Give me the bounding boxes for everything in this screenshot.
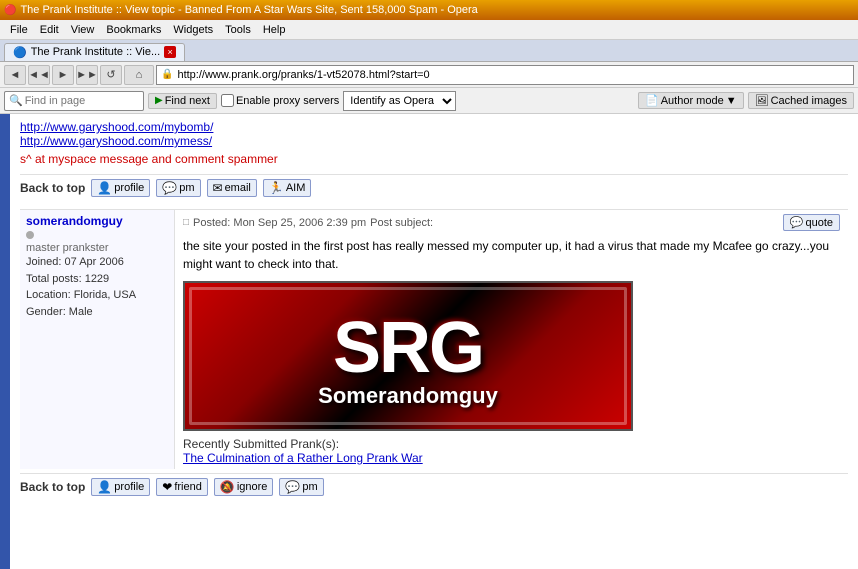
menu-edit[interactable]: Edit bbox=[34, 22, 65, 38]
srg-sub-text: Somerandomguy bbox=[318, 383, 498, 409]
post-content: □ Posted: Mon Sep 25, 2006 2:39 pm Post … bbox=[175, 210, 848, 469]
menu-widgets[interactable]: Widgets bbox=[167, 22, 219, 38]
aim-icon-1: 🏃 bbox=[269, 181, 284, 195]
address-icon: 🔒 bbox=[161, 69, 173, 80]
search-bar: 🔍 ▶ Find next Enable proxy servers Ident… bbox=[0, 88, 858, 114]
image-icon: 🖼 bbox=[755, 94, 769, 107]
page-icon: 📄 bbox=[645, 94, 659, 107]
pm-button-1[interactable]: 💬 pm bbox=[156, 179, 200, 197]
recently-submitted-label: Recently Submitted Prank(s): bbox=[183, 437, 840, 451]
author-mode-button[interactable]: 📄 Author mode ▼ bbox=[638, 92, 744, 109]
back-to-top-row-1: Back to top 👤 profile 💬 pm ✉ email 🏃 AIM bbox=[20, 174, 848, 201]
post-header-left: □ Posted: Mon Sep 25, 2006 2:39 pm Post … bbox=[183, 217, 433, 229]
back-button[interactable]: ◄ bbox=[4, 65, 26, 85]
tab-prank-institute[interactable]: 🔵 The Prank Institute :: Vie... × bbox=[4, 43, 185, 61]
identity-selector[interactable]: Identify as OperaIdentify as FirefoxIden… bbox=[343, 91, 456, 111]
email-button-1[interactable]: ✉ email bbox=[207, 179, 257, 197]
srg-signature-image: SRG Somerandomguy bbox=[183, 281, 633, 431]
ignore-icon-2: 🔕 bbox=[220, 480, 235, 494]
quote-button[interactable]: 💬 quote bbox=[783, 214, 840, 231]
profile-icon-2: 👤 bbox=[97, 480, 112, 494]
tab-favicon: 🔵 bbox=[13, 46, 27, 59]
pm-icon-2: 💬 bbox=[285, 480, 300, 494]
post-text: the site your posted in the first post h… bbox=[183, 237, 840, 273]
user-rank: master prankster bbox=[26, 242, 168, 254]
ignore-button-2[interactable]: 🔕 ignore bbox=[214, 478, 274, 496]
srg-big-text: SRG bbox=[333, 307, 483, 389]
address-input[interactable] bbox=[177, 69, 849, 81]
find-input[interactable] bbox=[25, 95, 167, 107]
menu-help[interactable]: Help bbox=[257, 22, 292, 38]
user-status-dot bbox=[26, 231, 34, 239]
tab-bar: 🔵 The Prank Institute :: Vie... × bbox=[0, 40, 858, 62]
title-bar: 🔴 The Prank Institute :: View topic - Ba… bbox=[0, 0, 858, 20]
post-header: □ Posted: Mon Sep 25, 2006 2:39 pm Post … bbox=[183, 214, 840, 231]
user-location: Location: Florida, USA bbox=[26, 287, 168, 304]
menu-bar: File Edit View Bookmarks Widgets Tools H… bbox=[0, 20, 858, 40]
dropdown-arrow-icon: ▼ bbox=[726, 95, 737, 107]
link-mymess[interactable]: http://www.garyshood.com/mymess/ bbox=[20, 134, 848, 148]
main-content: http://www.garyshood.com/mybomb/ http://… bbox=[10, 114, 858, 569]
menu-file[interactable]: File bbox=[4, 22, 34, 38]
spam-text: s^ at myspace message and comment spamme… bbox=[20, 152, 848, 166]
identity-select[interactable]: Identify as OperaIdentify as FirefoxIden… bbox=[344, 94, 455, 108]
user-gender: Gender: Male bbox=[26, 304, 168, 321]
opera-icon: 🔴 bbox=[4, 5, 16, 16]
menu-view[interactable]: View bbox=[65, 22, 101, 38]
enable-proxy-label[interactable]: Enable proxy servers bbox=[221, 94, 339, 107]
quote-icon: 💬 bbox=[790, 216, 804, 229]
home-button[interactable]: ⌂ bbox=[124, 65, 154, 85]
fast-forward-button[interactable]: ►► bbox=[76, 65, 98, 85]
search-icon: 🔍 bbox=[9, 94, 23, 107]
back-to-top-label-2: Back to top bbox=[20, 480, 85, 494]
aim-button-1[interactable]: 🏃 AIM bbox=[263, 179, 312, 197]
profile-icon-1: 👤 bbox=[97, 181, 112, 195]
friend-button-2[interactable]: ❤ friend bbox=[156, 478, 208, 496]
pm-button-2[interactable]: 💬 pm bbox=[279, 478, 323, 496]
pm-icon-1: 💬 bbox=[162, 181, 177, 195]
address-bar[interactable]: 🔒 bbox=[156, 65, 854, 85]
content-area: http://www.garyshood.com/mybomb/ http://… bbox=[0, 114, 858, 569]
post-container: somerandomguy master prankster Joined: 0… bbox=[20, 209, 848, 469]
user-joined: Joined: 07 Apr 2006 bbox=[26, 254, 168, 271]
tab-close-button[interactable]: × bbox=[164, 46, 176, 58]
forward-button[interactable]: ► bbox=[52, 65, 74, 85]
post-type-icon: □ bbox=[183, 217, 189, 228]
profile-button-1[interactable]: 👤 profile bbox=[91, 179, 150, 197]
window-title: The Prank Institute :: View topic - Bann… bbox=[20, 4, 477, 16]
post-links: http://www.garyshood.com/mybomb/ http://… bbox=[20, 120, 848, 148]
nav-bar: ◄ ◄◄ ► ►► ↺ ⌂ 🔒 bbox=[0, 62, 858, 88]
post-subject-label: Post subject: bbox=[370, 217, 433, 229]
cached-images-button[interactable]: 🖼 Cached images bbox=[748, 92, 854, 109]
reload-button[interactable]: ↺ bbox=[100, 65, 122, 85]
play-icon: ▶ bbox=[155, 95, 163, 106]
user-posts: Total posts: 1229 bbox=[26, 271, 168, 288]
find-next-button[interactable]: ▶ Find next bbox=[148, 93, 217, 109]
post-date: Posted: Mon Sep 25, 2006 2:39 pm bbox=[193, 217, 366, 229]
friend-icon-2: ❤ bbox=[162, 480, 172, 494]
menu-bookmarks[interactable]: Bookmarks bbox=[100, 22, 167, 38]
rewind-button[interactable]: ◄◄ bbox=[28, 65, 50, 85]
post-sidebar: somerandomguy master prankster Joined: 0… bbox=[20, 210, 175, 469]
prank-title-link[interactable]: The Culmination of a Rather Long Prank W… bbox=[183, 451, 840, 465]
back-to-top-label-1: Back to top bbox=[20, 181, 85, 195]
back-to-top-row-2: Back to top 👤 profile ❤ friend 🔕 ignore … bbox=[20, 473, 848, 500]
tab-label: The Prank Institute :: Vie... bbox=[31, 46, 160, 58]
enable-proxy-checkbox[interactable] bbox=[221, 94, 234, 107]
left-accent-strip bbox=[0, 114, 10, 569]
menu-tools[interactable]: Tools bbox=[219, 22, 257, 38]
link-mybomb[interactable]: http://www.garyshood.com/mybomb/ bbox=[20, 120, 848, 134]
post-username[interactable]: somerandomguy bbox=[26, 214, 168, 228]
find-in-page-box[interactable]: 🔍 bbox=[4, 91, 144, 111]
email-icon-1: ✉ bbox=[213, 181, 223, 195]
profile-button-2[interactable]: 👤 profile bbox=[91, 478, 150, 496]
